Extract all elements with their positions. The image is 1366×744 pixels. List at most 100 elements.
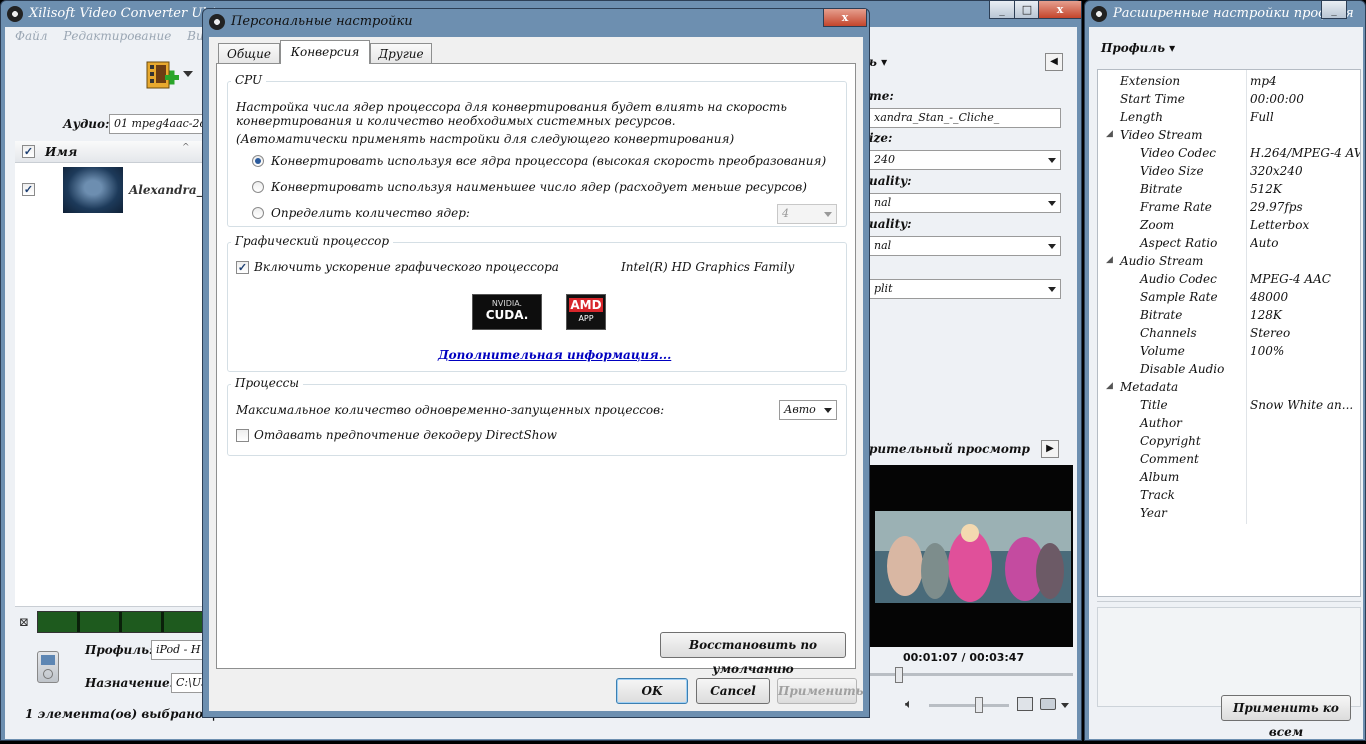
property-row[interactable]: Track (1098, 486, 1362, 504)
property-value[interactable]: Full (1250, 110, 1360, 124)
dialog-close-button[interactable]: x (823, 9, 867, 27)
camera-dropdown-icon[interactable] (1061, 703, 1069, 712)
gpu-acceleration-label[interactable]: Включить ускорение графического процессо… (254, 260, 559, 274)
property-value[interactable]: 48000 (1250, 290, 1360, 304)
property-row[interactable]: Frame Rate 29.97fps (1098, 198, 1362, 216)
property-value[interactable]: mp4 (1250, 74, 1360, 88)
property-row[interactable]: Title Snow White an... (1098, 396, 1362, 414)
more-info-link[interactable]: Дополнительная информация... (438, 348, 671, 362)
property-value[interactable]: 512K (1250, 182, 1360, 196)
restore-defaults-button[interactable]: Восстановить по умолчанию (660, 632, 846, 676)
property-row[interactable]: Volume 100% (1098, 342, 1362, 360)
property-row[interactable]: Album (1098, 468, 1362, 486)
file-list-row[interactable]: ✓ Alexandra_St (15, 163, 217, 217)
profile-select[interactable]: iPod - H (151, 640, 205, 660)
volume-icon[interactable]: 🔈︎ (905, 697, 913, 712)
name-input[interactable]: xandra_Stan_-_Cliche_ (869, 108, 1061, 128)
collapse-triangle-icon[interactable]: ◢ (1106, 255, 1113, 265)
radio-all-cores[interactable] (252, 155, 264, 167)
property-value[interactable]: 100% (1250, 344, 1360, 358)
preview-expand-button[interactable]: ▶ (1041, 440, 1059, 458)
select-all-checkbox[interactable]: ✓ (22, 145, 35, 158)
radio-all-cores-label[interactable]: Конвертировать используя все ядра процес… (271, 154, 826, 168)
audio-select[interactable]: 01 mpeg4aac-2ch (109, 114, 209, 134)
property-value[interactable]: H.264/MPEG-4 AVC (1250, 146, 1360, 160)
property-row[interactable]: Channels Stereo (1098, 324, 1362, 342)
main-close-button[interactable]: x (1038, 1, 1082, 19)
property-row[interactable]: Video Codec H.264/MPEG-4 AVC (1098, 144, 1362, 162)
collapse-arrow-button[interactable]: ◀ (1045, 53, 1063, 71)
property-row[interactable]: Video Size 320x240 (1098, 162, 1362, 180)
property-row[interactable]: Sample Rate 48000 (1098, 288, 1362, 306)
cancel-button[interactable]: Cancel (696, 678, 770, 704)
property-row[interactable]: Bitrate 128K (1098, 306, 1362, 324)
property-row[interactable]: Start Time 00:00:00 (1098, 90, 1362, 108)
collapse-triangle-icon[interactable]: ◢ (1106, 381, 1113, 391)
property-section[interactable]: ◢ Audio Stream (1098, 252, 1362, 270)
volume-slider[interactable] (929, 704, 1009, 707)
property-row[interactable]: Copyright (1098, 432, 1362, 450)
size-select[interactable]: 240 (869, 150, 1061, 170)
property-value[interactable]: Letterbox (1250, 218, 1360, 232)
property-value[interactable]: 320x240 (1250, 164, 1360, 178)
property-row[interactable]: Year (1098, 504, 1362, 522)
file-list-body (15, 217, 205, 607)
property-row[interactable]: Length Full (1098, 108, 1362, 126)
snapshot-folder-icon[interactable] (1017, 697, 1033, 711)
radio-custom-cores-label[interactable]: Определить количество ядер: (271, 206, 470, 220)
property-value[interactable]: Snow White an... (1250, 398, 1360, 412)
file-row-checkbox[interactable]: ✓ (22, 183, 35, 196)
split-select[interactable]: plit (869, 279, 1061, 299)
property-value[interactable]: 29.97fps (1250, 200, 1360, 214)
camera-icon[interactable] (1040, 698, 1056, 710)
main-maximize-button[interactable]: □ (1014, 1, 1040, 19)
column-name-header[interactable]: Имя (45, 145, 77, 159)
property-section[interactable]: ◢ Video Stream (1098, 126, 1362, 144)
property-row[interactable]: Disable AudioНет (1098, 360, 1362, 378)
property-section[interactable]: ◢ Metadata (1098, 378, 1362, 396)
tab-general[interactable]: Общие (218, 43, 280, 63)
panel-splitter[interactable] (1097, 601, 1361, 605)
size-label: ize: (869, 131, 893, 145)
apply-to-all-button[interactable]: Применить ко всем (1221, 695, 1351, 739)
add-file-button[interactable] (145, 59, 179, 93)
radio-custom-cores[interactable] (252, 207, 264, 219)
menu-edit[interactable]: Редактирование (63, 29, 171, 43)
property-value[interactable]: 00:00:00 (1250, 92, 1360, 106)
property-row[interactable]: Bitrate 512K (1098, 180, 1362, 198)
property-value[interactable]: MPEG-4 AAC (1250, 272, 1360, 286)
collapse-triangle-icon[interactable]: ◢ (1106, 129, 1113, 139)
property-row[interactable]: Audio Codec MPEG-4 AAC (1098, 270, 1362, 288)
property-row[interactable]: Comment (1098, 450, 1362, 468)
menu-file[interactable]: Файл (15, 29, 47, 43)
gpu-acceleration-checkbox[interactable]: ✓ (236, 261, 249, 274)
profile-menu-button[interactable]: Профиль ▾ (1101, 41, 1175, 55)
seek-handle[interactable] (895, 667, 903, 683)
property-value[interactable]: Auto (1250, 236, 1360, 250)
directshow-label[interactable]: Отдавать предпочтение декодеру DirectSho… (254, 428, 557, 442)
volume-handle[interactable] (975, 697, 983, 713)
tab-conversion[interactable]: Конверсия (280, 40, 370, 64)
advanced-window-title: Расширенные настройки профиля (1113, 6, 1354, 21)
max-processes-select[interactable]: Авто (779, 400, 837, 420)
property-value[interactable]: 128K (1250, 308, 1360, 322)
tab-other[interactable]: Другие (370, 43, 432, 63)
video-quality-select[interactable]: nal (869, 193, 1061, 213)
radio-min-cores-label[interactable]: Конвертировать используя наименьшее числ… (271, 180, 807, 194)
destination-input[interactable]: C:\Us (171, 673, 205, 693)
directshow-checkbox[interactable] (236, 429, 249, 442)
ok-button[interactable]: OK (616, 678, 688, 704)
advanced-minimize-button[interactable]: _ (1321, 1, 1347, 19)
apply-button[interactable]: Применить (777, 678, 864, 704)
main-minimize-button[interactable]: _ (989, 1, 1015, 19)
cores-select[interactable]: 4 (777, 204, 837, 224)
radio-min-cores[interactable] (252, 181, 264, 193)
property-row[interactable]: Zoom Letterbox (1098, 216, 1362, 234)
add-file-dropdown-icon[interactable] (183, 71, 193, 82)
close-meter-icon[interactable]: ⊠ (19, 615, 29, 629)
property-row[interactable]: Author (1098, 414, 1362, 432)
property-row[interactable]: Aspect Ratio Auto (1098, 234, 1362, 252)
property-row[interactable]: Extension mp4 (1098, 72, 1362, 90)
audio-quality-select[interactable]: nal (869, 236, 1061, 256)
property-value[interactable]: Stereo (1250, 326, 1360, 340)
